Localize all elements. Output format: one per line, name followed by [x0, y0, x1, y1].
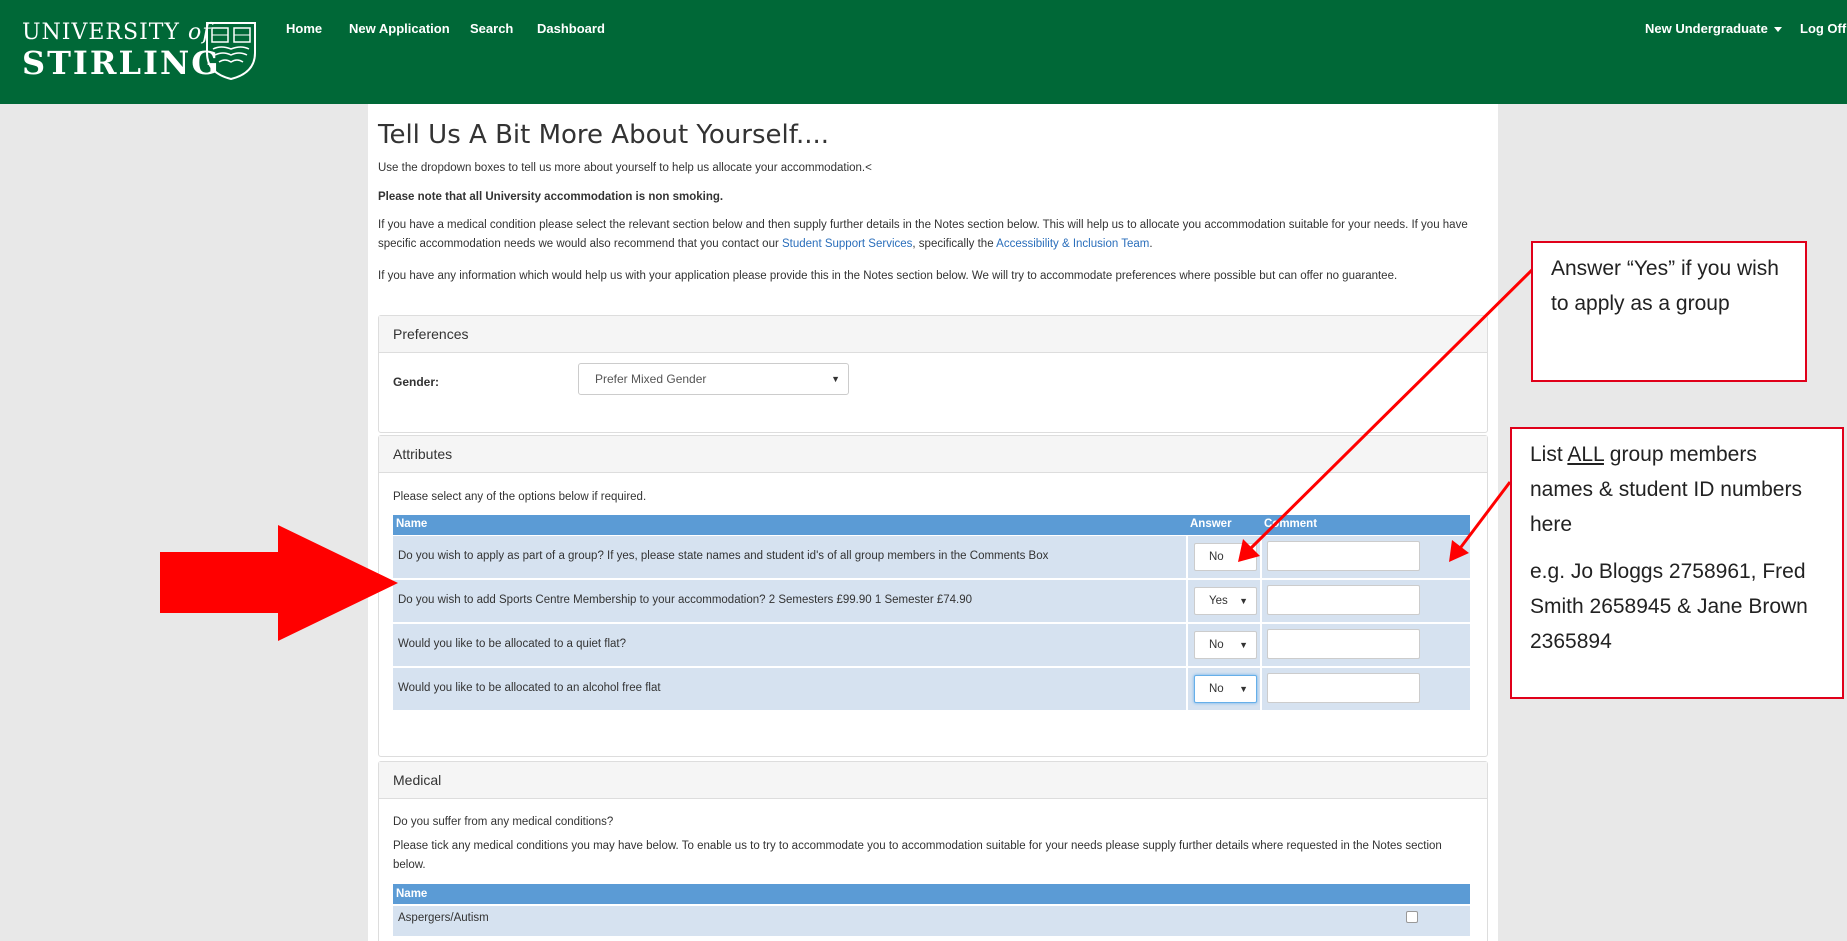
members-example-text: e.g. Jo Bloggs 2758961, Fred Smith 26589…	[1530, 560, 1808, 653]
members-callout: List ALL group members names & student I…	[1510, 427, 1844, 699]
group-callout: Answer “Yes” if you wish to apply as a g…	[1531, 241, 1807, 382]
arrow-head-icon	[1449, 540, 1469, 562]
members-callout-text: List ALL group members names & student I…	[1530, 443, 1802, 536]
arrow-icon	[160, 525, 398, 641]
pointer-line	[1456, 481, 1512, 552]
pointer-line	[1248, 262, 1540, 551]
